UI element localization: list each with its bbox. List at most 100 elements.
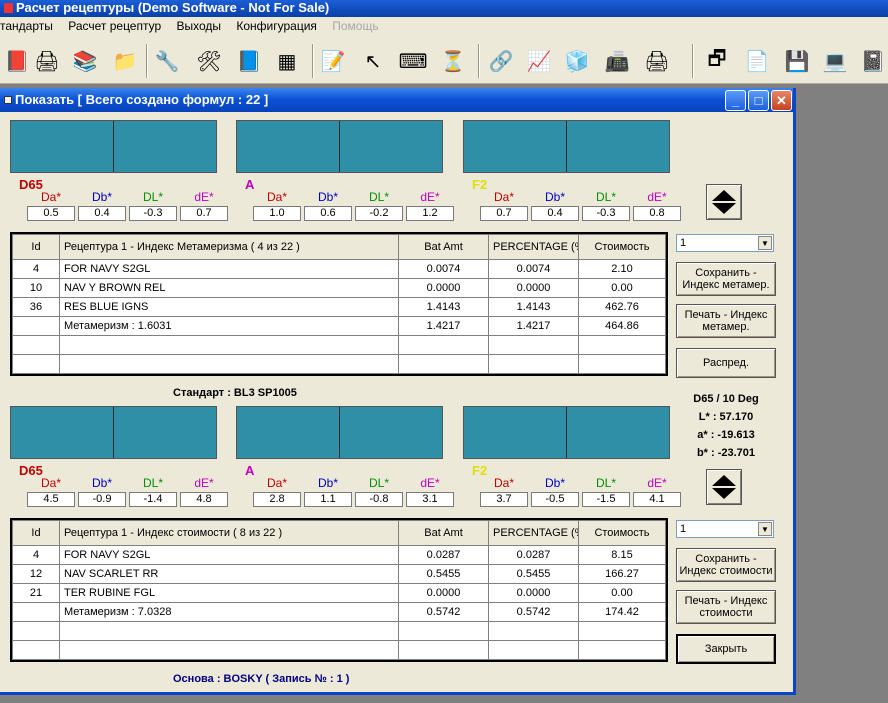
menu-config[interactable]: Конфигурация — [236, 19, 317, 33]
delta-value-da: 0.5 — [27, 206, 75, 221]
book-icon[interactable]: 📕 — [0, 44, 34, 78]
cell-pct: 1.4217 — [488, 316, 579, 336]
network-icon[interactable]: 🔗 — [484, 44, 518, 78]
tools-icon[interactable]: 🛠 — [192, 44, 226, 78]
table-header: Id Рецептура 1 - Индекс Метамеризма ( 4 и… — [12, 234, 666, 260]
cell-bat — [398, 335, 489, 355]
upper-recipe-select[interactable]: 1 ▼ — [676, 234, 774, 252]
distribute-button[interactable]: Распред. — [676, 348, 776, 378]
cell-id — [12, 354, 60, 374]
keyboard-icon[interactable]: ⌨ — [396, 44, 430, 78]
scanner-icon[interactable]: 📠 — [600, 44, 634, 78]
books-icon[interactable]: 📚 — [68, 44, 102, 78]
delta-label-de: dE* — [194, 190, 214, 204]
table-row[interactable] — [12, 354, 666, 374]
toolbar: 📕 🖨 📚 📁 🔧 🛠 📘 ▦ 📝 ↖ ⌨ ⏳ 🔗 📈 🧊 📠 🖨 🗗 📄 💾 💻 📓 — [0, 36, 888, 84]
cell-bat — [398, 640, 489, 660]
delta-label-db: Db* — [91, 476, 112, 490]
print-cost-button[interactable]: Печать - Индекс стоимости — [676, 590, 776, 624]
notepad-icon[interactable]: 📝 — [316, 44, 350, 78]
cell-cost: 464.86 — [578, 316, 666, 336]
chart-icon[interactable]: 📈 — [522, 44, 556, 78]
color-swatch-d65 — [10, 120, 217, 173]
color-swatch-a — [236, 120, 443, 173]
color-swatch-a — [236, 406, 443, 459]
print-metamerism-button[interactable]: Печать - Индекс метамер. — [676, 304, 776, 338]
app-icon — [4, 3, 13, 13]
close-window-button[interactable]: ✕ — [771, 90, 792, 111]
save-cost-button[interactable]: Сохранить - Индекс стоимости — [676, 548, 776, 582]
close-button[interactable]: Закрыть — [676, 634, 776, 664]
menu-help[interactable]: Помощь — [332, 19, 378, 33]
recipe-table: Id Рецептура 1 - Индекс стоимости ( 8 из … — [10, 518, 668, 662]
app-title-bar: Расчет рецептуры (Demo Software - Not Fo… — [0, 0, 888, 17]
cell-bat: 0.0000 — [398, 583, 489, 603]
table-row[interactable]: 4 FOR NAVY S2GL 0.0287 0.0287 8.15 — [12, 545, 666, 565]
wrench-icon[interactable]: 🔧 — [150, 44, 184, 78]
delta-label-dl: DL* — [595, 190, 616, 204]
table-row[interactable]: Метамеризм : 1.6031 1.4217 1.4217 464.86 — [12, 316, 666, 336]
computer-icon[interactable]: 💻 — [818, 44, 852, 78]
windows-icon[interactable]: 🗗 — [700, 44, 734, 78]
delta-value-db: 1.1 — [304, 492, 352, 507]
column-header-cost: Стоимость — [578, 234, 666, 260]
standard-color — [237, 407, 340, 458]
column-header-id: Id — [12, 520, 60, 546]
table-row[interactable]: 12 NAV SCARLET RR 0.5455 0.5455 166.27 — [12, 564, 666, 584]
delta-value-da: 0.7 — [480, 206, 528, 221]
app-title: Расчет рецептуры (Demo Software - Not Fo… — [16, 0, 330, 15]
edit-book-icon[interactable]: 📓 — [856, 44, 888, 78]
pointer-icon[interactable]: ↖ — [356, 44, 390, 78]
delta-label-da: Da* — [493, 476, 514, 490]
calculator-icon[interactable]: ▦ — [270, 44, 304, 78]
cubes-icon[interactable]: 🧊 — [560, 44, 594, 78]
menu-standards[interactable]: тандарты — [0, 19, 53, 33]
table-row[interactable]: 4 FOR NAVY S2GL 0.0074 0.0074 2.10 — [12, 259, 666, 279]
standard-color — [464, 407, 567, 458]
delta-label-de: dE* — [420, 476, 440, 490]
cell-name — [59, 621, 399, 641]
printer-icon[interactable]: 🖨 — [30, 44, 64, 78]
window-title: Показать [ Всего создано формул : 22 ] — [15, 92, 269, 107]
lower-nav-updown[interactable] — [706, 469, 742, 505]
delta-label-db: Db* — [544, 476, 565, 490]
table-row[interactable]: 36 RES BLUE IGNS 1.4143 1.4143 462.76 — [12, 297, 666, 317]
table-row[interactable] — [12, 621, 666, 641]
table-row[interactable] — [12, 640, 666, 660]
table-row[interactable]: 21 TER RUBINE FGL 0.0000 0.0000 0.00 — [12, 583, 666, 603]
column-header-pct: PERCENTAGE (%) — [488, 520, 579, 546]
minimize-button[interactable]: _ — [725, 90, 746, 111]
printer-icon[interactable]: 🖨 — [640, 44, 674, 78]
table-row[interactable]: Метамеризм : 7.0328 0.5742 0.5742 174.42 — [12, 602, 666, 622]
cell-bat — [398, 621, 489, 641]
cell-bat: 0.0000 — [398, 278, 489, 298]
maximize-button[interactable]: □ — [748, 90, 769, 111]
cell-id: 12 — [12, 564, 60, 584]
delta-value-dl: -1.4 — [129, 492, 177, 507]
folder-icon[interactable]: 📁 — [108, 44, 142, 78]
lower-recipe-select[interactable]: 1 ▼ — [676, 520, 774, 538]
menu-recipe-calc[interactable]: Расчет рецептур — [68, 19, 161, 33]
cell-cost — [578, 621, 666, 641]
copy-icon[interactable]: 📄 — [740, 44, 774, 78]
cell-pct — [488, 640, 579, 660]
batch-color — [114, 407, 217, 458]
books-shelf-icon[interactable]: 📘 — [232, 44, 266, 78]
delta-label-db: Db* — [317, 190, 338, 204]
save-metamerism-button[interactable]: Сохранить - Индекс метамер. — [676, 262, 776, 296]
delta-value-dl: -0.3 — [129, 206, 177, 221]
upper-nav-updown[interactable] — [706, 184, 742, 220]
down-arrow-icon — [712, 488, 736, 499]
disk-icon[interactable]: 💾 — [780, 44, 814, 78]
table-row[interactable]: 10 NAV Y BROWN REL 0.0000 0.0000 0.00 — [12, 278, 666, 298]
hourglass-icon[interactable]: ⏳ — [436, 44, 470, 78]
chevron-down-icon: ▼ — [758, 236, 772, 250]
menu-outputs[interactable]: Выходы — [177, 19, 222, 33]
table-row[interactable] — [12, 335, 666, 355]
color-info-cond: D65 / 10 Deg — [693, 393, 759, 405]
delta-label-db: Db* — [91, 190, 112, 204]
batch-color — [567, 407, 670, 458]
delta-label-dl: DL* — [142, 476, 163, 490]
delta-value-de: 0.8 — [633, 206, 681, 221]
recipe-table: Id Рецептура 1 - Индекс Метамеризма ( 4 и… — [10, 232, 668, 376]
